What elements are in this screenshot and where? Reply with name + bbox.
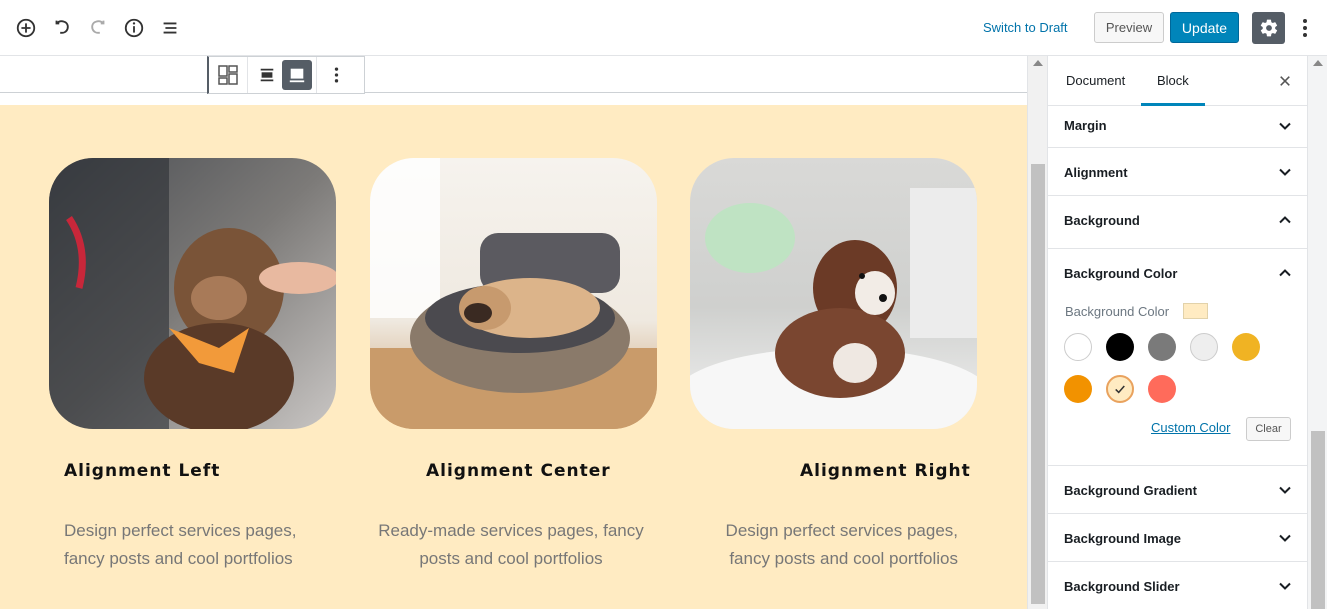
- block-switcher-group: [209, 57, 248, 93]
- panel-title: Background Color: [1064, 266, 1178, 281]
- panel-title: Margin: [1064, 118, 1107, 133]
- alignment-group: [248, 57, 317, 93]
- settings-button[interactable]: [1252, 12, 1285, 44]
- card-description-right: Design perfect services pages, fancy pos…: [658, 517, 958, 573]
- chevron-down-icon: [1279, 582, 1291, 590]
- card-title-left: Alignment Left: [64, 461, 221, 481]
- card-image-left: [49, 158, 336, 429]
- chevron-down-icon: [1279, 168, 1291, 176]
- switch-to-draft-link[interactable]: Switch to Draft: [983, 20, 1068, 35]
- editor-canvas: Alignment Left Alignment Center Alignmen…: [0, 56, 1027, 609]
- card-image-right: [690, 158, 977, 429]
- panel-background-slider[interactable]: Background Slider: [1048, 562, 1307, 609]
- chevron-up-icon: [1279, 216, 1291, 224]
- more-options-group: [317, 57, 355, 93]
- update-button[interactable]: Update: [1170, 12, 1239, 43]
- close-icon[interactable]: [1276, 72, 1294, 90]
- services-section[interactable]: Alignment Left Alignment Center Alignmen…: [0, 105, 1027, 609]
- align-full-icon[interactable]: [282, 60, 312, 90]
- color-indicator: [1183, 303, 1208, 319]
- sidebar-scrollbar[interactable]: [1307, 56, 1327, 609]
- color-swatch-black[interactable]: [1106, 333, 1134, 361]
- list-icon[interactable]: [158, 16, 182, 40]
- panel-background-gradient[interactable]: Background Gradient: [1048, 466, 1307, 514]
- panel-margin[interactable]: Margin: [1048, 106, 1307, 148]
- scrollbar-thumb[interactable]: [1031, 164, 1045, 604]
- panel-title: Background Image: [1064, 531, 1182, 546]
- card-image-center: [370, 158, 657, 429]
- color-swatch-white[interactable]: [1064, 333, 1092, 361]
- check-icon: [1115, 385, 1125, 394]
- scrollbar-thumb[interactable]: [1311, 431, 1325, 609]
- tab-block[interactable]: Block: [1141, 56, 1205, 106]
- panel-title: Alignment: [1064, 165, 1128, 180]
- redo-icon[interactable]: [86, 16, 110, 40]
- color-swatch-yellow[interactable]: [1232, 333, 1260, 361]
- color-swatch-orange[interactable]: [1064, 375, 1092, 403]
- card-title-right: Alignment Right: [800, 461, 971, 481]
- custom-color-link[interactable]: Custom Color: [1151, 420, 1230, 435]
- background-color-label: Background Color: [1065, 304, 1170, 319]
- info-icon[interactable]: [122, 16, 146, 40]
- description-line: posts and cool portfolios: [419, 549, 603, 568]
- chevron-down-icon: [1279, 122, 1291, 130]
- chevron-up-icon[interactable]: [1278, 266, 1292, 280]
- sidebar-tabs: Document Block: [1048, 56, 1307, 106]
- more-vertical-icon[interactable]: [1297, 16, 1313, 40]
- undo-icon[interactable]: [50, 16, 74, 40]
- plus-circle-icon[interactable]: [14, 16, 38, 40]
- align-wide-icon[interactable]: [252, 60, 282, 90]
- panel-background-image[interactable]: Background Image: [1048, 514, 1307, 562]
- panel-title: Background Gradient: [1064, 483, 1197, 498]
- more-vertical-icon[interactable]: [321, 60, 351, 90]
- settings-sidebar: Document Block Margin Alignment Backgrou…: [1047, 56, 1307, 609]
- card-description-left: Design perfect services pages, fancy pos…: [64, 517, 364, 573]
- description-line: Ready-made services pages, fancy: [378, 521, 644, 540]
- card-description-center: Ready-made services pages, fancy posts a…: [361, 517, 661, 573]
- chevron-down-icon: [1279, 486, 1291, 494]
- color-swatch-cream[interactable]: [1106, 375, 1134, 403]
- editor-header: Switch to Draft Preview Update: [0, 0, 1327, 56]
- color-swatch-coral[interactable]: [1148, 375, 1176, 403]
- preview-button[interactable]: Preview: [1094, 12, 1164, 43]
- tab-document[interactable]: Document: [1050, 56, 1141, 106]
- gear-icon: [1260, 19, 1277, 37]
- editor-scrollbar[interactable]: [1027, 56, 1047, 609]
- panel-background[interactable]: Background: [1048, 196, 1307, 249]
- card-title-center: Alignment Center: [426, 461, 611, 481]
- block-toolbar: [207, 56, 365, 94]
- description-line: fancy posts and cool portfolios: [64, 549, 293, 568]
- block-divider: [0, 92, 1027, 93]
- scroll-up-icon[interactable]: [1033, 60, 1043, 66]
- color-swatch-gray[interactable]: [1148, 333, 1176, 361]
- description-line: Design perfect services pages,: [64, 521, 297, 540]
- clear-button[interactable]: Clear: [1246, 417, 1291, 441]
- chevron-down-icon: [1279, 534, 1291, 542]
- description-line: Design perfect services pages,: [725, 521, 958, 540]
- description-line: fancy posts and cool portfolios: [729, 549, 958, 568]
- scroll-up-icon[interactable]: [1313, 60, 1323, 66]
- block-layout-icon[interactable]: [213, 60, 243, 90]
- color-swatch-light-gray[interactable]: [1190, 333, 1218, 361]
- panel-title: Background Slider: [1064, 579, 1180, 594]
- panel-alignment[interactable]: Alignment: [1048, 148, 1307, 196]
- panel-title: Background: [1064, 213, 1140, 228]
